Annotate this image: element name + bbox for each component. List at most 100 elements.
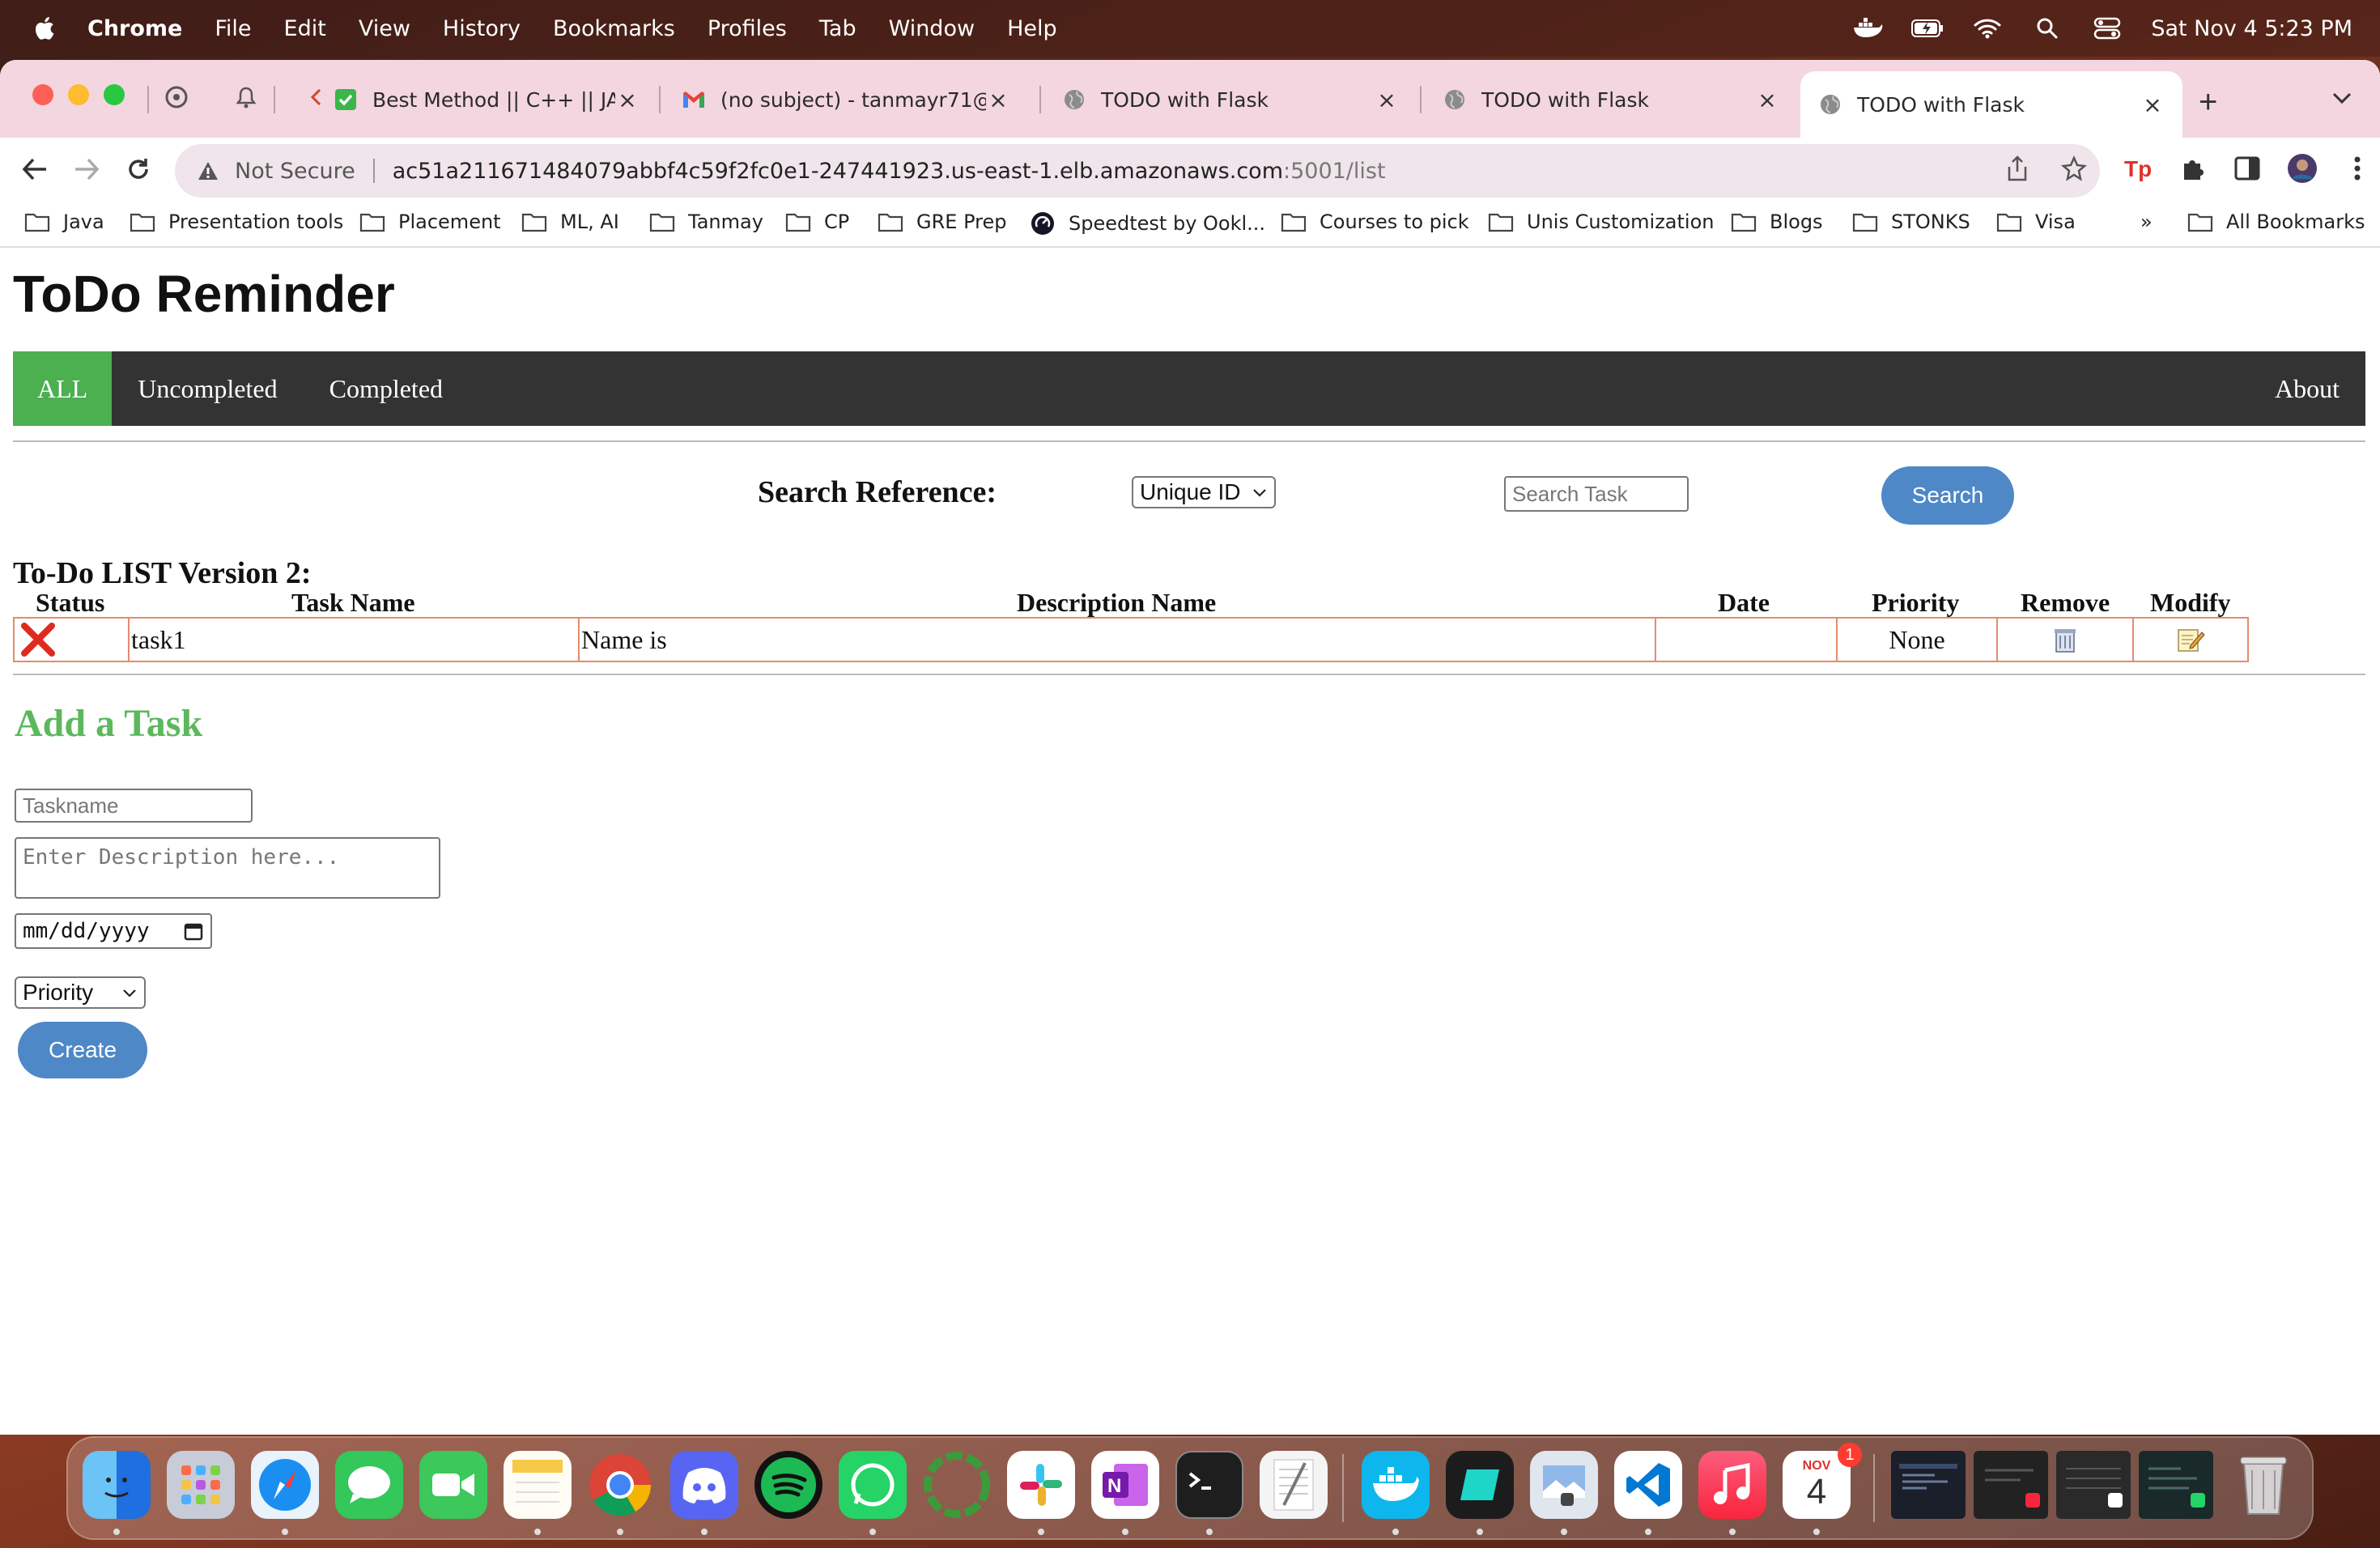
status-cell[interactable] [15,619,130,661]
close-tab-icon[interactable]: × [986,87,1010,113]
bookmark-ml-ai[interactable]: ML, AI [521,211,619,233]
forward-arrow-icon[interactable] [70,152,104,186]
menu-help[interactable]: Help [1007,16,1057,41]
bookmark-speedtest[interactable]: Speedtest by Ookl... [1030,211,1265,236]
menu-tab[interactable]: Tab [819,16,856,41]
battery-icon[interactable] [1911,16,1944,40]
minimized-whatsapp-thumbnail[interactable] [2139,1451,2213,1519]
bookmark-gre-prep[interactable]: GRE Prep [878,211,1006,233]
cross-mark-icon[interactable] [19,621,57,658]
tp-extension-icon[interactable]: Tp [2121,152,2153,185]
app-name[interactable]: Chrome [87,16,182,41]
close-tab-icon[interactable]: × [615,87,640,113]
docker-status-icon[interactable] [1851,16,1884,40]
music-icon[interactable] [1698,1451,1766,1519]
docker-icon[interactable] [1362,1451,1430,1519]
share-icon[interactable] [2006,155,2029,187]
terminal-icon[interactable] [1175,1451,1243,1519]
search-task-input[interactable] [1504,476,1689,512]
url-host[interactable]: ac51a211671484079abbf4c59f2fc0e1-2474419… [393,159,1283,184]
bookmark-placement[interactable]: Placement [359,211,501,233]
chatgpt-pinned-tab-icon[interactable] [162,83,191,112]
menu-view[interactable]: View [359,16,410,41]
reload-icon[interactable] [121,152,155,186]
memo-edit-icon[interactable] [2176,626,2205,653]
close-window-button[interactable] [32,84,53,105]
menu-edit[interactable]: Edit [284,16,326,41]
textedit-icon[interactable] [1260,1451,1328,1519]
notes-icon[interactable] [504,1451,572,1519]
description-textarea[interactable] [15,837,440,899]
close-tab-icon[interactable]: × [1755,87,1779,113]
nav-completed[interactable]: Completed [304,351,469,426]
bookmark-all-bookmarks[interactable]: All Bookmarks [2187,211,2365,233]
whatsapp-icon[interactable] [839,1451,907,1519]
vscode-icon[interactable] [1614,1451,1682,1519]
bookmark-presentation-tools[interactable]: Presentation tools [130,211,343,233]
close-tab-icon[interactable]: × [1375,87,1399,113]
bookmark-cp[interactable]: CP [785,211,849,233]
bookmark-star-icon[interactable] [2061,155,2087,187]
nav-uncompleted[interactable]: Uncompleted [112,351,303,426]
bookmark-courses-to-pick[interactable]: Courses to pick [1281,211,1469,233]
menu-window[interactable]: Window [889,16,975,41]
bookmarks-overflow-chevron[interactable]: » [2140,211,2153,233]
close-tab-icon[interactable]: × [2140,91,2165,118]
date-input[interactable]: mm/dd/yyyy [15,913,212,949]
minimize-window-button[interactable] [68,84,89,105]
menu-history[interactable]: History [443,16,521,41]
minimized-music-thumbnail[interactable] [1974,1451,2048,1519]
warning-triangle-icon[interactable] [196,159,220,183]
bookmark-java[interactable]: Java [24,211,104,233]
not-secure-label[interactable]: Not Secure [235,159,355,184]
teal-app-icon[interactable] [1446,1451,1514,1519]
calendar-icon[interactable] [183,921,204,942]
tab-best-method[interactable]: Best Method || C++ || JAVA × [316,71,657,128]
finder-icon[interactable] [83,1451,151,1519]
new-tab-plus-icon[interactable]: + [2199,84,2217,121]
side-panel-icon[interactable] [2231,152,2263,185]
tab-todo-flask-2[interactable]: TODO with Flask × [1425,71,1797,128]
bookmark-tanmay[interactable]: Tanmay [649,211,763,233]
create-button[interactable]: Create [18,1022,147,1078]
launchpad-icon[interactable] [167,1451,235,1519]
tab-search-chevron-icon[interactable] [2331,84,2352,112]
menu-file[interactable]: File [215,16,251,41]
search-button[interactable]: Search [1881,466,2014,525]
tab-todo-flask-1[interactable]: TODO with Flask × [1044,71,1417,128]
discord-icon[interactable] [670,1451,738,1519]
bookmark-unis-customization[interactable]: Unis Customization [1488,211,1714,233]
control-center-icon[interactable] [2091,16,2123,40]
preview-icon[interactable] [1530,1451,1598,1519]
spotify-icon[interactable] [754,1451,822,1519]
messages-icon[interactable] [335,1451,403,1519]
app-ring-icon[interactable] [923,1451,991,1519]
puzzle-extensions-icon[interactable] [2176,152,2208,185]
bookmark-blogs[interactable]: Blogs [1731,211,1823,233]
facetime-icon[interactable] [419,1451,487,1519]
profile-avatar-icon[interactable] [2286,152,2318,185]
bell-pinned-tab-icon[interactable] [232,83,261,112]
priority-select[interactable]: Priority [15,976,146,1009]
trash-icon[interactable] [2051,626,2079,653]
tab-todo-flask-active[interactable]: TODO with Flask × [1800,71,2182,138]
slack-icon[interactable] [1007,1451,1075,1519]
apple-icon[interactable] [31,14,60,43]
zoom-window-button[interactable] [104,84,125,105]
menubar-clock[interactable]: Sat Nov 4 5:23 PM [2151,16,2352,41]
nav-all[interactable]: ALL [13,351,113,426]
spotlight-search-icon[interactable] [2031,16,2063,40]
address-bar[interactable]: Not Secure ac51a211671484079abbf4c59f2fc… [175,144,2100,198]
menu-bookmarks[interactable]: Bookmarks [553,16,675,41]
onenote-icon[interactable]: N [1091,1451,1159,1519]
minimized-window-thumbnail[interactable] [1891,1451,1966,1519]
tab-gmail[interactable]: (no subject) - tanmayr71@gm × [664,71,1028,128]
search-reference-select[interactable]: Unique ID [1132,476,1276,508]
trash-icon[interactable] [2229,1451,2297,1519]
chrome-icon[interactable] [586,1451,654,1519]
menu-profiles[interactable]: Profiles [708,16,787,41]
nav-about[interactable]: About [2249,351,2365,426]
back-arrow-icon[interactable] [18,152,52,186]
url-path[interactable]: :5001/list [1283,159,1386,184]
wifi-icon[interactable] [1971,16,2004,40]
